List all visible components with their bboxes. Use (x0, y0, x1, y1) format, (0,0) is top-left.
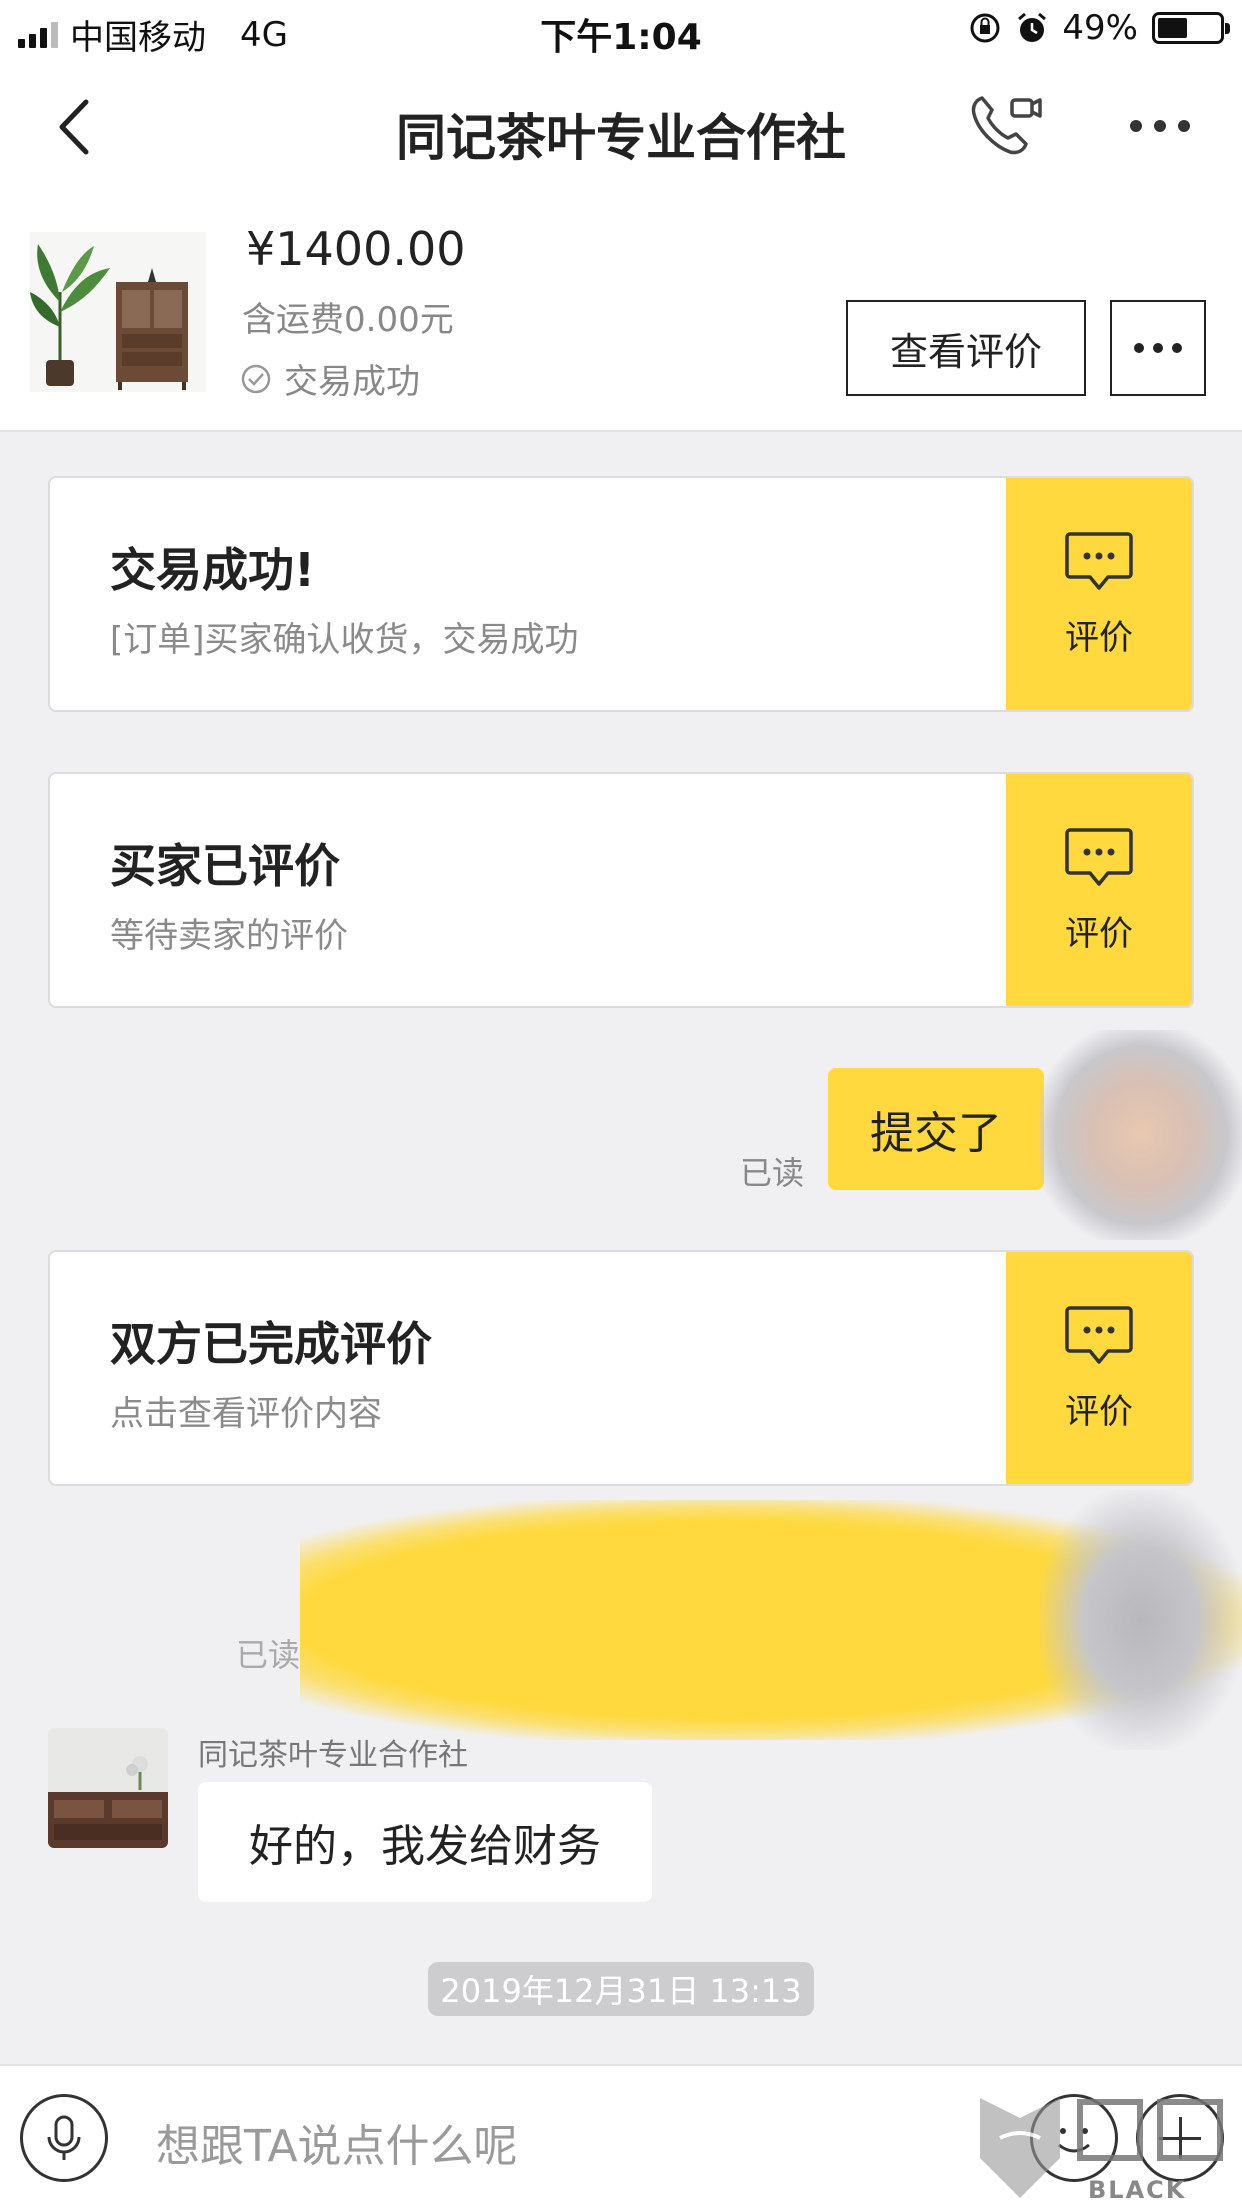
card-title: 交易成功! (110, 543, 315, 597)
check-circle-icon (241, 364, 271, 393)
shipping-fee: 含运费0.00元 (242, 300, 454, 340)
trade-status: 交易成功 (240, 354, 420, 403)
card-subtitle: 等待卖家的评价 (110, 916, 348, 956)
redacted-avatar (1040, 1030, 1242, 1240)
product-more-button[interactable] (1110, 300, 1206, 396)
review-action-button[interactable]: 评价 (1006, 478, 1192, 710)
battery-percent: 49% (1062, 8, 1138, 48)
voice-button[interactable] (20, 2094, 108, 2182)
rotation-lock-icon (970, 13, 1000, 43)
card-subtitle: 点击查看评价内容 (110, 1394, 382, 1434)
product-image[interactable] (30, 232, 206, 392)
comment-icon (1065, 1306, 1133, 1364)
sender-name: 同记茶叶专业合作社 (198, 1738, 468, 1773)
read-receipt: 已读 (236, 1636, 301, 1674)
my-message-bubble[interactable]: 提交了 (828, 1068, 1044, 1190)
chat-timestamp: 2019年12月31日 13:13 (428, 1962, 814, 2016)
message-input[interactable]: 想跟TA说点什么呢 (156, 2110, 518, 2174)
battery-icon (1152, 12, 1230, 44)
order-card-trade-success[interactable]: 交易成功! [订单]买家确认收货，交易成功 评价 (48, 476, 1194, 712)
card-subtitle: [订单]买家确认收货，交易成功 (110, 620, 579, 660)
review-action-button[interactable]: 评价 (1006, 1252, 1192, 1484)
nav-bar: 同记茶叶专业合作社 (0, 62, 1242, 192)
comment-icon (1065, 532, 1133, 590)
status-bar: 中国移动 4G 下午1:04 49% (0, 0, 1242, 62)
order-card-buyer-reviewed[interactable]: 买家已评价 等待卖家的评价 评价 (48, 772, 1194, 1008)
product-price: ¥1400.00 (246, 222, 466, 276)
product-summary[interactable]: ¥1400.00 含运费0.00元 交易成功 查看评价 (0, 192, 1242, 432)
phone-video-icon[interactable] (968, 90, 1046, 160)
view-review-button[interactable]: 查看评价 (846, 300, 1086, 396)
read-receipt: 已读 (740, 1154, 805, 1192)
review-action-label: 评价 (1065, 618, 1133, 658)
comment-icon (1065, 828, 1133, 886)
alarm-icon (1018, 12, 1047, 42)
trade-status-label: 交易成功 (284, 362, 420, 402)
seller-message-bubble[interactable]: 好的，我发给财务 (198, 1782, 652, 1902)
more-icon[interactable] (1130, 120, 1190, 132)
review-action-label: 评价 (1065, 914, 1133, 954)
review-action-label: 评价 (1065, 1392, 1133, 1432)
watermark-text: BLACK CAT (1088, 2176, 1187, 2208)
chat-title: 同记茶叶专业合作社 (396, 109, 846, 167)
redacted-avatar (1040, 1490, 1242, 1750)
status-right: 49% (968, 8, 1230, 48)
review-action-button[interactable]: 评价 (1006, 774, 1192, 1006)
seller-avatar[interactable] (48, 1728, 168, 1848)
microphone-icon (47, 2115, 81, 2160)
card-title: 双方已完成评价 (110, 1317, 432, 1371)
card-title: 买家已评价 (110, 839, 340, 893)
order-card-both-reviewed[interactable]: 双方已完成评价 点击查看评价内容 评价 (48, 1250, 1194, 1486)
